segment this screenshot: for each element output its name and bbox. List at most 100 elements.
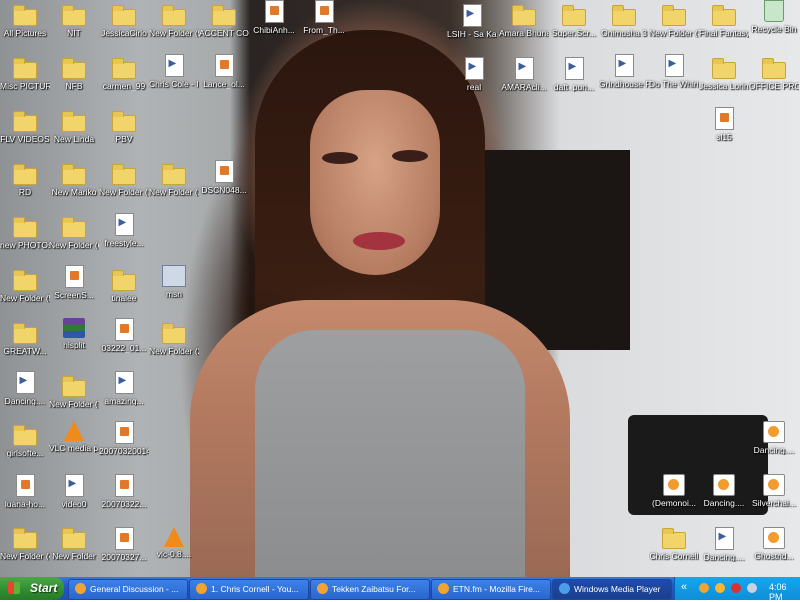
desktop-icon[interactable]: Dancing.... bbox=[699, 474, 749, 508]
desktop-icon[interactable]: JessicaCirio bbox=[99, 4, 149, 38]
folder-icon bbox=[562, 5, 586, 26]
desktop-icon-label: DSCN048... bbox=[201, 185, 247, 195]
desktop-icon[interactable]: daft_pun... bbox=[549, 57, 599, 92]
desktop-icon[interactable]: carmen_99 bbox=[99, 57, 149, 91]
desktop-icon[interactable]: Misc PICTURES! bbox=[0, 57, 50, 91]
desktop-icon[interactable]: FLV VIDEOS bbox=[0, 110, 50, 144]
desktop-icon[interactable]: New Mariko bbox=[49, 163, 99, 197]
desktop-icon[interactable]: Onimusha 3 bbox=[599, 4, 649, 38]
desktop-icon[interactable]: amazing... bbox=[99, 371, 149, 406]
desktop-icon[interactable]: new PHOTOsh... bbox=[0, 216, 50, 250]
desktop-icon[interactable]: Dancing.... bbox=[699, 527, 749, 562]
wallpaper-eye-right bbox=[392, 150, 428, 162]
desktop-icon-label: Dancing.... bbox=[703, 498, 745, 508]
tray-expand-icon[interactable]: « bbox=[681, 581, 687, 593]
desktop-icon[interactable]: VLC media player bbox=[49, 421, 99, 453]
taskbar-button-chris-cornell[interactable]: 1. Chris Cornell - You... bbox=[189, 579, 309, 600]
folder-icon bbox=[162, 164, 186, 185]
desktop-icon[interactable]: New Folder (5) bbox=[0, 269, 50, 303]
desktop-icon[interactable]: New Folder (6) bbox=[49, 216, 99, 250]
desktop-icon[interactable]: Ghostrid... bbox=[749, 527, 799, 561]
desktop-icon[interactable]: Grindhouse Final Trailer bbox=[599, 54, 649, 89]
desktop-icon[interactable]: Jessica Lorin - January... bbox=[699, 57, 749, 91]
desktop-icon[interactable]: New Folder bbox=[49, 527, 99, 561]
folder-icon bbox=[13, 323, 37, 344]
desktop-icon[interactable]: All Pictures bbox=[0, 4, 50, 38]
taskbar-button-windows-media-player[interactable]: Windows Media Player bbox=[552, 579, 672, 600]
desktop-icon[interactable]: Chris Cole - In Bloom bbox=[149, 54, 199, 89]
desktop-icon[interactable]: New Folder (11) bbox=[99, 163, 149, 197]
desktop-icon[interactable]: New Folder (7) bbox=[49, 375, 99, 409]
firefox-icon bbox=[317, 583, 328, 594]
desktop-icon[interactable]: ChibiAnh... bbox=[249, 0, 299, 35]
desktop-icon[interactable]: New Folder (15) bbox=[149, 163, 199, 197]
desktop-icon-label: daft_pun... bbox=[553, 82, 595, 92]
start-button[interactable]: Start bbox=[0, 577, 64, 600]
taskbar-button-label: ETN.fm - Mozilla Fire... bbox=[453, 584, 540, 594]
desktop-icon[interactable]: OFFICE PROJECT bbox=[749, 57, 799, 91]
orange-tray-icon[interactable] bbox=[715, 583, 725, 593]
desktop-icon[interactable]: real bbox=[449, 57, 499, 92]
desktop-icon[interactable]: New Folder (4) bbox=[0, 527, 50, 561]
desktop-icon[interactable]: ScreenS... bbox=[49, 265, 99, 300]
desktop-icon[interactable]: 20070322... bbox=[99, 474, 149, 509]
desktop-icon[interactable]: Amara Bhunawat bbox=[499, 4, 549, 38]
desktop-icon[interactable]: RD bbox=[0, 163, 50, 197]
desktop-icon[interactable]: New Folder (3) bbox=[649, 4, 699, 38]
desktop-icon[interactable]: Dancing.... bbox=[0, 371, 50, 406]
desktop-icon[interactable]: Silverchai... bbox=[749, 474, 799, 508]
desktop-icon[interactable]: tinalee bbox=[99, 269, 149, 303]
desktop-icon[interactable]: sl15 bbox=[699, 107, 749, 142]
desktop-icon[interactable]: AMARAcli... bbox=[499, 57, 549, 92]
desktop-icon[interactable]: New Folder (2) bbox=[149, 322, 199, 356]
desktop-icon[interactable]: vlc-0.8.... bbox=[149, 527, 199, 559]
video-file-icon bbox=[164, 54, 184, 77]
desktop-icon[interactable]: Do The Whirlwind bbox=[649, 54, 699, 89]
desktop-icon[interactable]: girlsofte... bbox=[0, 424, 50, 458]
taskbar-button-general-discussion[interactable]: General Discussion - ... bbox=[68, 579, 188, 600]
desktop-icon[interactable]: (Demonoi... bbox=[649, 474, 699, 508]
folder-icon bbox=[62, 5, 86, 26]
firefox-tray-icon[interactable] bbox=[699, 583, 709, 593]
taskbar-button-etn-fm[interactable]: ETN.fm - Mozilla Fire... bbox=[431, 579, 551, 600]
desktop-icon[interactable]: Dancing.... bbox=[749, 421, 799, 455]
desktop[interactable]: All Pictures NIT JessicaCirioNew Folder (9… bbox=[0, 0, 800, 577]
video-file-icon bbox=[714, 527, 734, 550]
network-tray-icon[interactable] bbox=[747, 583, 757, 593]
media-file-icon bbox=[763, 474, 785, 496]
desktop-icon-label: New Folder (11) bbox=[99, 187, 149, 197]
security-tray-icon[interactable] bbox=[731, 583, 741, 593]
taskbar-button-label: 1. Chris Cornell - You... bbox=[211, 584, 299, 594]
clock[interactable]: 4:06 PM bbox=[769, 582, 800, 602]
desktop-icon[interactable]: freestyle... bbox=[99, 213, 149, 248]
desktop-icon[interactable]: ACCENT CORE bbox=[199, 4, 249, 38]
desktop-icon[interactable]: 03222_01... bbox=[99, 318, 149, 353]
desktop-icon[interactable]: GREATW... bbox=[0, 322, 50, 356]
wallpaper-lips bbox=[353, 232, 405, 250]
desktop-icon[interactable]: 20070320014 bbox=[99, 421, 149, 456]
desktop-icon[interactable]: NIT bbox=[49, 4, 99, 38]
desktop-icon[interactable]: Lance_ol... bbox=[199, 54, 249, 89]
desktop-icon[interactable]: New Linda bbox=[49, 110, 99, 144]
desktop-icon-label: New Folder (5) bbox=[0, 293, 50, 303]
desktop-icon[interactable]: hisplit bbox=[49, 318, 99, 350]
desktop-icon[interactable]: DSCN048... bbox=[199, 160, 249, 195]
media-file-icon bbox=[663, 474, 685, 496]
desktop-icon[interactable]: video0 bbox=[49, 474, 99, 509]
desktop-icon[interactable]: Chris Cornell bbox=[649, 527, 699, 561]
desktop-icon[interactable]: 20070327... bbox=[99, 527, 149, 562]
folder-icon bbox=[13, 217, 37, 238]
desktop-icon[interactable]: msn bbox=[149, 265, 199, 299]
desktop-icon[interactable]: New Folder (9) bbox=[149, 4, 199, 38]
taskbar-button-tekken-zaibatsu[interactable]: Tekken Zaibatsu For... bbox=[310, 579, 430, 600]
desktop-icon[interactable]: Super.Scr... bbox=[549, 4, 599, 38]
desktop-icon[interactable]: Recycle Bin bbox=[749, 0, 799, 34]
desktop-icon[interactable]: NFB bbox=[49, 57, 99, 91]
desktop-icon-label: girlsofte... bbox=[6, 448, 44, 458]
desktop-icon[interactable]: luana-ho... bbox=[0, 474, 50, 509]
taskbar-button-label: Tekken Zaibatsu For... bbox=[332, 584, 416, 594]
desktop-icon[interactable]: From_Th... bbox=[299, 0, 349, 35]
desktop-icon[interactable]: PBV bbox=[99, 110, 149, 144]
desktop-icon[interactable]: LSIH - Sa Kanya bbox=[447, 4, 497, 39]
desktop-icon[interactable]: Final Fantasy ... bbox=[699, 4, 749, 38]
